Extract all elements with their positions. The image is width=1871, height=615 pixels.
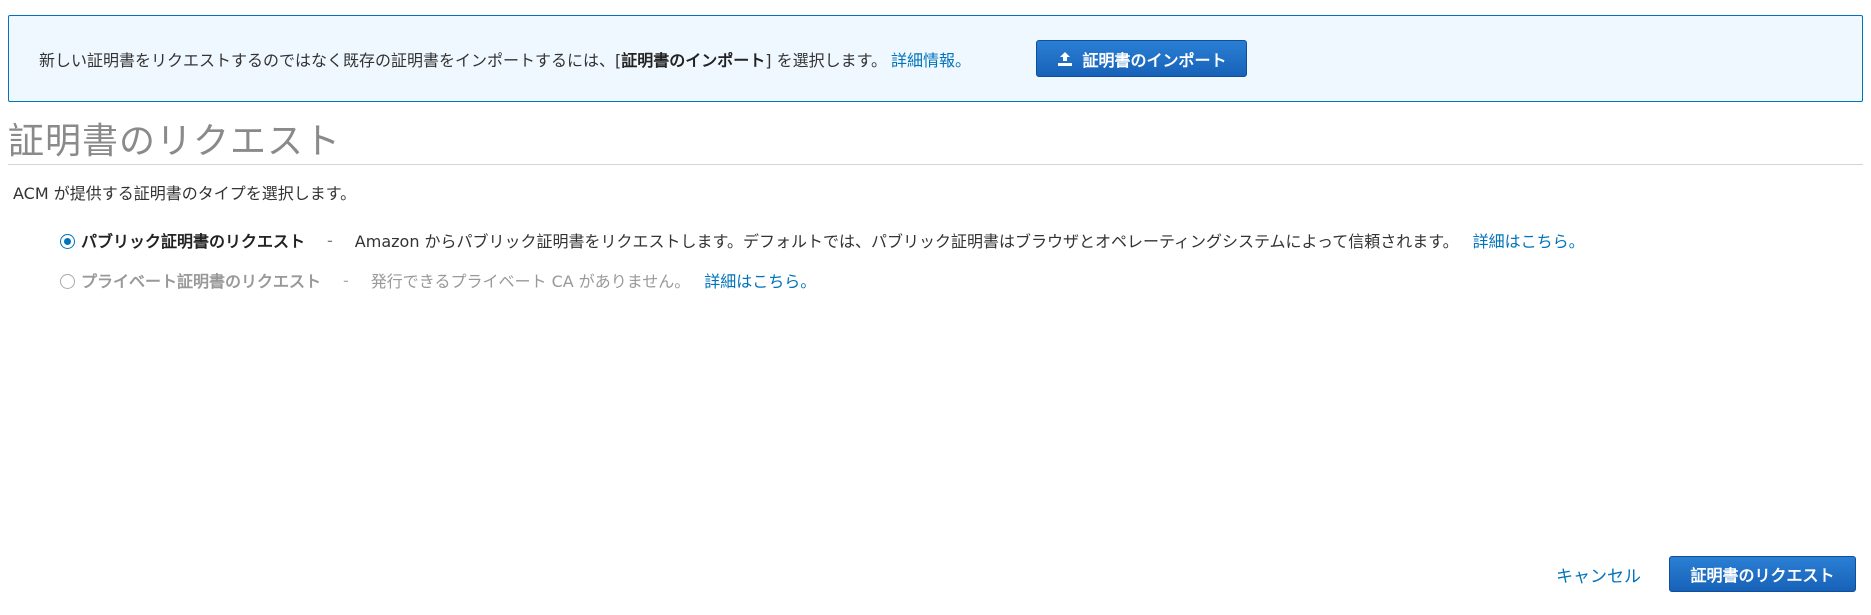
banner-message: 新しい証明書をリクエストするのではなく既存の証明書をインポートするには、[証明書…: [39, 47, 887, 71]
option-separator: -: [327, 230, 333, 250]
option-private-certificate: プライベート証明書のリクエスト - 発行できるプライベート CA がありません。…: [60, 268, 816, 292]
page-title: 証明書のリクエスト: [8, 121, 342, 162]
request-certificate-button[interactable]: 証明書のリクエスト: [1669, 556, 1856, 592]
import-certificate-button[interactable]: 証明書のインポート: [1036, 40, 1247, 77]
cancel-link[interactable]: キャンセル: [1556, 562, 1641, 587]
private-certificate-learn-more-link[interactable]: 詳細はこちら。: [704, 268, 816, 292]
private-certificate-radio: [60, 273, 75, 289]
title-divider: [8, 164, 1863, 165]
info-banner: 新しい証明書をリクエストするのではなく既存の証明書をインポートするには、[証明書…: [8, 15, 1863, 102]
option-separator: -: [343, 270, 349, 290]
banner-message-prefix: 新しい証明書をリクエストするのではなく既存の証明書をインポートするには、[: [39, 50, 622, 70]
private-certificate-label: プライベート証明書のリクエスト: [81, 272, 322, 291]
option-public-certificate[interactable]: パブリック証明書のリクエスト - Amazon からパブリック証明書をリクエスト…: [60, 228, 1585, 252]
private-certificate-description: 発行できるプライベート CA がありません。: [370, 272, 691, 291]
public-certificate-label[interactable]: パブリック証明書のリクエスト: [81, 228, 305, 252]
public-certificate-radio[interactable]: [60, 233, 75, 249]
upload-icon: [1056, 50, 1074, 68]
import-button-label: 証明書のインポート: [1082, 50, 1227, 70]
public-certificate-learn-more-link[interactable]: 詳細はこちら。: [1473, 228, 1585, 252]
page-description: ACM が提供する証明書のタイプを選択します。: [13, 184, 357, 203]
public-certificate-description: Amazon からパブリック証明書をリクエストします。デフォルトでは、パブリック…: [354, 232, 1459, 251]
banner-message-suffix: ] を選択します。: [765, 50, 887, 70]
radio-selected-dot: [64, 237, 71, 245]
more-info-link[interactable]: 詳細情報。: [891, 47, 971, 71]
banner-message-bold: 証明書のインポート: [621, 50, 766, 70]
